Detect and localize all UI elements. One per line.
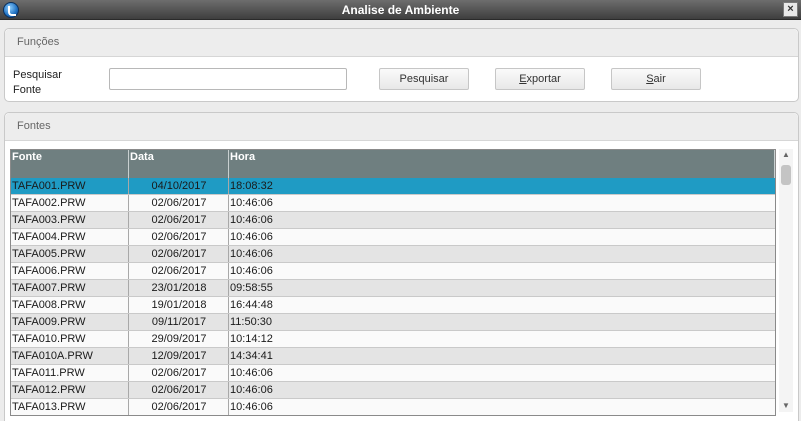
cell-hora: 10:46:06 <box>230 401 273 413</box>
cell-fonte: TAFA001.PRW <box>11 178 129 194</box>
sair-mnemonic: S <box>646 73 654 85</box>
search-label: Pesquisar Fonte <box>13 68 62 98</box>
search-fonte-input[interactable] <box>109 68 347 90</box>
cell-data: 02/06/2017 <box>129 365 229 381</box>
cell-data: 04/10/2017 <box>129 178 229 194</box>
cell-hora: 10:46:06 <box>230 214 273 226</box>
table-row[interactable]: TAFA006.PRW 02/06/2017 10:46:06 <box>11 263 775 280</box>
table-row[interactable]: TAFA007.PRW 23/01/2018 09:58:55 <box>11 280 775 297</box>
table-row[interactable]: TAFA010A.PRW 12/09/2017 14:34:41 <box>11 348 775 365</box>
cell-fonte: TAFA013.PRW <box>11 399 129 415</box>
table-row[interactable]: TAFA013.PRW 02/06/2017 10:46:06 <box>11 399 775 415</box>
cell-fonte: TAFA006.PRW <box>11 263 129 279</box>
cell-hora: 10:14:12 <box>230 333 273 345</box>
cell-fonte: TAFA009.PRW <box>11 314 129 330</box>
cell-fonte: TAFA011.PRW <box>11 365 129 381</box>
cell-data: 02/06/2017 <box>129 246 229 262</box>
cell-data: 02/06/2017 <box>129 382 229 398</box>
exportar-button[interactable]: Exportar <box>495 68 585 90</box>
cell-data: 02/06/2017 <box>129 399 229 415</box>
cell-hora: 10:46:06 <box>230 367 273 379</box>
table-row[interactable]: TAFA010.PRW 29/09/2017 10:14:12 <box>11 331 775 348</box>
cell-data: 23/01/2018 <box>129 280 229 296</box>
cell-data: 02/06/2017 <box>129 229 229 245</box>
cell-fonte: TAFA010.PRW <box>11 331 129 347</box>
table-row[interactable]: TAFA008.PRW 19/01/2018 16:44:48 <box>11 297 775 314</box>
table-row[interactable]: TAFA002.PRW 02/06/2017 10:46:06 <box>11 195 775 212</box>
funcoes-panel: Funções Pesquisar Fonte Pesquisar Export… <box>4 28 799 102</box>
fontes-panel-title: Fontes <box>5 113 798 141</box>
window-title: Analise de Ambiente <box>341 3 460 17</box>
cell-fonte: TAFA007.PRW <box>11 280 129 296</box>
table-row[interactable]: TAFA001.PRW 04/10/2017 18:08:32 <box>11 178 775 195</box>
exportar-label: xportar <box>526 73 561 85</box>
cell-hora: 10:46:06 <box>230 231 273 243</box>
grid-header: Fonte Data Hora <box>11 150 775 178</box>
cell-fonte: TAFA003.PRW <box>11 212 129 228</box>
column-header-data[interactable]: Data <box>129 150 229 178</box>
cell-fonte: TAFA012.PRW <box>11 382 129 398</box>
sair-label: air <box>653 73 666 85</box>
cell-fonte: TAFA004.PRW <box>11 229 129 245</box>
sair-button[interactable]: Sair <box>611 68 701 90</box>
cell-data: 29/09/2017 <box>129 331 229 347</box>
search-label-line1: Pesquisar <box>13 69 62 81</box>
cell-data: 09/11/2017 <box>129 314 229 330</box>
column-header-fonte[interactable]: Fonte <box>11 150 129 178</box>
grid-body: TAFA001.PRW 04/10/2017 18:08:32 TAFA002.PRW… <box>11 178 775 415</box>
search-label-line2: Fonte <box>13 84 42 96</box>
scroll-up-arrow-icon[interactable]: ▲ <box>779 149 793 161</box>
cell-hora: 10:46:06 <box>230 384 273 396</box>
table-row[interactable]: TAFA005.PRW 02/06/2017 10:46:06 <box>11 246 775 263</box>
scroll-down-arrow-icon[interactable]: ▼ <box>779 400 793 412</box>
table-row[interactable]: TAFA003.PRW 02/06/2017 10:46:06 <box>11 212 775 229</box>
cell-hora: 10:46:06 <box>230 248 273 260</box>
cell-hora: 18:08:32 <box>230 180 273 192</box>
fontes-grid[interactable]: Fonte Data Hora TAFA001.PRW 04/10/2017 18:… <box>10 149 776 416</box>
cell-fonte: TAFA010A.PRW <box>11 348 129 364</box>
cell-hora: 09:58:55 <box>230 282 273 294</box>
cell-hora: 11:50:30 <box>230 316 273 328</box>
table-row[interactable]: TAFA012.PRW 02/06/2017 10:46:06 <box>11 382 775 399</box>
cell-fonte: TAFA005.PRW <box>11 246 129 262</box>
funcoes-panel-title: Funções <box>5 29 798 57</box>
cell-fonte: TAFA008.PRW <box>11 297 129 313</box>
cell-hora: 16:44:48 <box>230 299 273 311</box>
vertical-scrollbar[interactable]: ▲ ▼ <box>779 149 793 412</box>
column-header-hora[interactable]: Hora <box>229 150 775 178</box>
cell-hora: 10:46:06 <box>230 197 273 209</box>
cell-fonte: TAFA002.PRW <box>11 195 129 211</box>
close-button[interactable]: × <box>783 2 798 17</box>
table-row[interactable]: TAFA009.PRW 09/11/2017 11:50:30 <box>11 314 775 331</box>
cell-data: 19/01/2018 <box>129 297 229 313</box>
fontes-panel: Fontes Fonte Data Hora TAFA001.PRW 04/10/… <box>4 112 799 421</box>
table-row[interactable]: TAFA011.PRW 02/06/2017 10:46:06 <box>11 365 775 382</box>
table-row[interactable]: TAFA004.PRW 02/06/2017 10:46:06 <box>11 229 775 246</box>
cell-data: 12/09/2017 <box>129 348 229 364</box>
cell-hora: 10:46:06 <box>230 265 273 277</box>
cell-data: 02/06/2017 <box>129 195 229 211</box>
pesquisar-button[interactable]: Pesquisar <box>379 68 469 90</box>
scroll-thumb[interactable] <box>781 165 791 185</box>
exportar-mnemonic: E <box>519 73 527 85</box>
cell-hora: 14:34:41 <box>230 350 273 362</box>
window-titlebar: Analise de Ambiente × <box>0 0 801 20</box>
cell-data: 02/06/2017 <box>129 263 229 279</box>
cell-data: 02/06/2017 <box>129 212 229 228</box>
